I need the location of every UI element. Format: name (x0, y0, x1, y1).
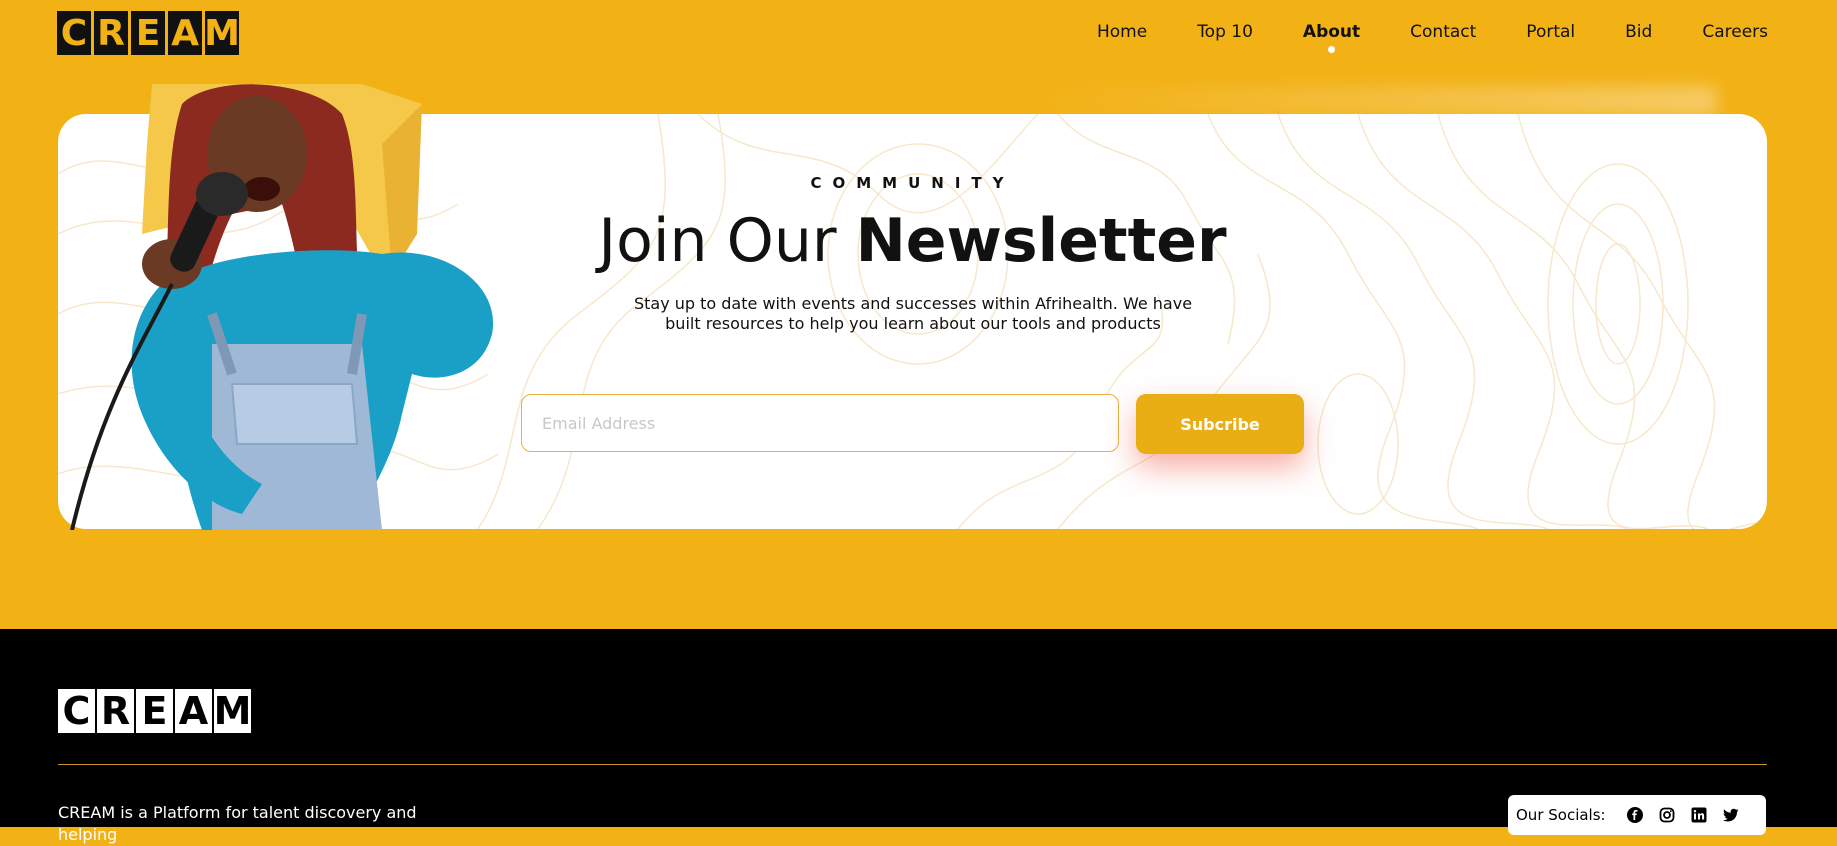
logo-letter: R (97, 689, 134, 733)
site-header: C R E A M Home Top 10 About Contact Port… (0, 0, 1837, 85)
header-glow (1017, 86, 1717, 116)
subscribe-button[interactable]: Subcribe (1136, 394, 1304, 454)
cream-logo[interactable]: C R E A M (57, 11, 240, 55)
nav-home[interactable]: Home (1097, 22, 1147, 42)
newsletter-description: Stay up to date with events and successe… (633, 294, 1193, 333)
logo-letter: M (213, 689, 252, 733)
nav-careers[interactable]: Careers (1702, 22, 1768, 42)
footer-description: CREAM is a Platform for talent discovery… (58, 803, 417, 844)
title-light: Join Our (598, 206, 856, 276)
logo-letter: E (131, 11, 165, 55)
twitter-icon[interactable] (1722, 806, 1740, 824)
logo-letter: A (175, 689, 212, 733)
footer-logo[interactable]: C R E A M (58, 689, 251, 733)
main-nav: Home Top 10 About Contact Portal Bid Car… (1097, 22, 1768, 53)
nav-portal[interactable]: Portal (1526, 22, 1575, 42)
logo-letter: C (57, 11, 91, 55)
logo-letter: R (94, 11, 128, 55)
site-footer: C R E A M CREAM is a Platform for talent… (0, 629, 1837, 844)
socials-label: Our Socials: (1516, 806, 1606, 824)
nav-bid[interactable]: Bid (1625, 22, 1652, 42)
logo-letter: M (204, 11, 240, 55)
logo-letter: E (136, 689, 173, 733)
title-bold: Newsletter (855, 206, 1227, 276)
nav-contact[interactable]: Contact (1410, 22, 1476, 42)
facebook-icon[interactable] (1626, 806, 1644, 824)
singer-illustration (70, 84, 494, 530)
nav-about[interactable]: About (1303, 22, 1360, 53)
instagram-icon[interactable] (1658, 806, 1676, 824)
email-input[interactable] (521, 394, 1119, 452)
socials-bar: Our Socials: (1508, 795, 1766, 835)
linkedin-icon[interactable] (1690, 806, 1708, 824)
logo-letter: C (58, 689, 95, 733)
nav-top-10[interactable]: Top 10 (1197, 22, 1253, 42)
logo-letter: A (168, 11, 202, 55)
footer-divider (58, 764, 1767, 765)
